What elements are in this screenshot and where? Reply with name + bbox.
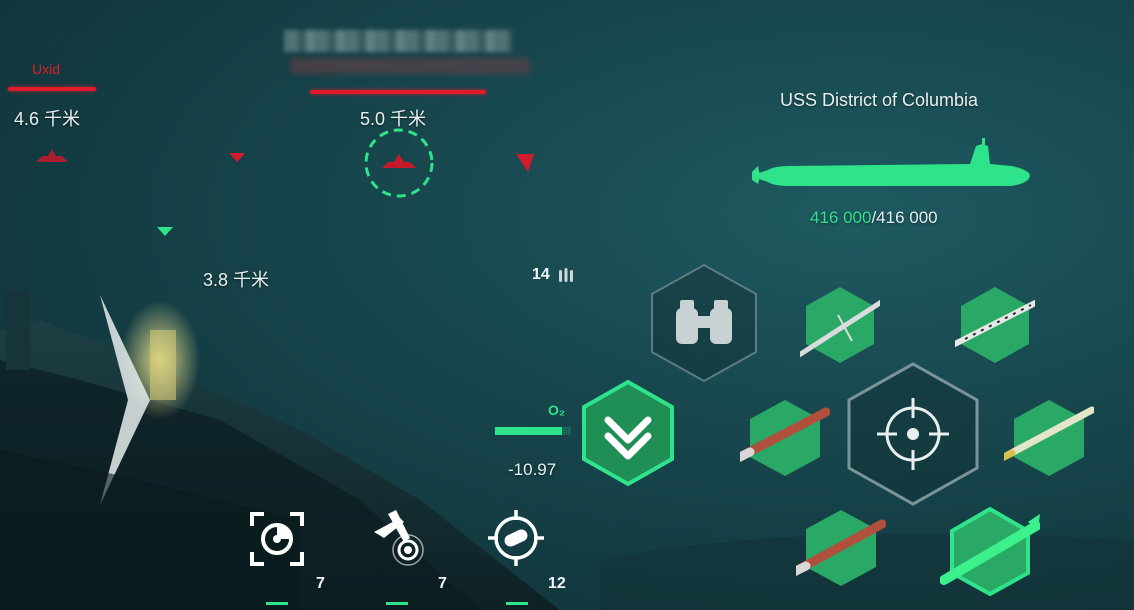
o2-bar-track [495, 427, 571, 435]
ability-sonar-indicator [266, 602, 288, 605]
player-hp-current: 416 000 [810, 208, 872, 227]
player-ship-name: USS District of Columbia [780, 90, 979, 110]
enemy-subtitle-blurred [290, 58, 530, 74]
target-lock-reticle[interactable] [362, 126, 436, 200]
player-hp-max: /416 000 [871, 208, 938, 227]
target-health-bar [310, 90, 486, 94]
ability-scope-button[interactable] [488, 510, 544, 566]
weapon-slot-cruise-missile[interactable] [955, 285, 1035, 365]
ability-drone-count: 7 [438, 575, 447, 592]
weapon-slot-missile[interactable] [800, 285, 880, 365]
ability-drone-indicator [386, 602, 408, 605]
weapon-slot-torpedo[interactable] [740, 398, 830, 478]
weapon-slot-torpedo-2[interactable] [796, 508, 886, 588]
player-submarine-silhouette [752, 138, 1030, 186]
ally-distance: 3.8 千米 [203, 270, 270, 290]
ability-scope-count: 12 [548, 575, 566, 592]
enemy-direction-marker [229, 153, 245, 162]
enemy-ship-marker[interactable] [32, 146, 72, 166]
enemy-name: Uxid [32, 61, 61, 77]
ability-scope-indicator [506, 602, 528, 605]
enemy-name-blurred [284, 30, 512, 52]
ability-drone-button[interactable] [370, 508, 426, 568]
binoculars-button[interactable] [648, 262, 760, 384]
o2-label: O₂ [548, 402, 566, 418]
ally-direction-marker [157, 227, 173, 236]
ability-sonar-count: 7 [316, 575, 325, 592]
player-hp: 416 000/416 000 [810, 208, 938, 228]
o2-bar-fill [495, 427, 562, 435]
enemy-distance: 4.6 千米 [14, 109, 81, 129]
fire-button[interactable] [845, 360, 981, 508]
depth-value: -10.97 [508, 460, 557, 479]
aircraft-drone-icon [374, 510, 424, 566]
enemy-health-bar [8, 87, 96, 91]
ability-sonar-button[interactable] [250, 512, 304, 566]
ammo-counter: 14 [532, 266, 574, 284]
bullets-icon [558, 268, 573, 282]
weapon-slot-rocket[interactable] [1004, 398, 1094, 478]
weapon-slot-selected-torpedo[interactable] [940, 506, 1040, 596]
ammo-count: 14 [532, 266, 550, 283]
dive-button[interactable] [578, 378, 678, 488]
enemy-direction-marker [516, 154, 534, 172]
